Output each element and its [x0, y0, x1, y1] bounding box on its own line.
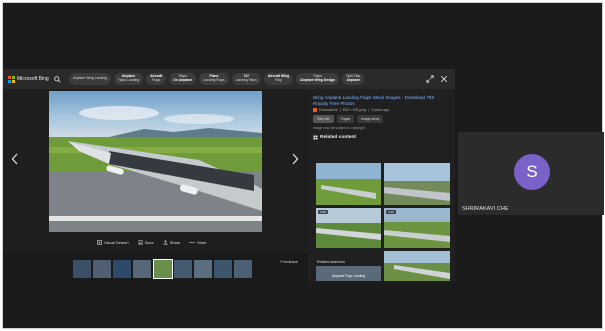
video-duration-badge: 3:26 — [386, 210, 396, 214]
related-image[interactable]: 3:26 — [316, 208, 381, 248]
chip-line2: Airplane Wing Design — [300, 78, 336, 82]
details-panel: Wing Airplane Landing Flaps Stock Images… — [313, 95, 455, 281]
main-image[interactable] — [49, 91, 262, 232]
size-label: 800 × 533 jpeg — [342, 108, 367, 113]
share-label: Share — [169, 240, 181, 245]
participant-tile[interactable]: S SHRIRAKAVI CHE — [458, 132, 604, 215]
microsoft-logo-icon — [8, 75, 15, 83]
chip-line2: Landing Flaps — [235, 78, 257, 82]
save-icon — [138, 240, 142, 245]
visit-site-button[interactable]: Visit site — [313, 115, 334, 124]
toolbar-actions — [421, 74, 449, 84]
bing-toolbar: Microsoft Bing Airplane Wing Landing Air… — [3, 69, 455, 89]
related-photo — [316, 163, 381, 205]
chip-line2: Airplane — [346, 78, 361, 82]
related-search-card[interactable]: Airplane Flap Landing — [316, 266, 381, 281]
related-photo — [384, 251, 450, 281]
chip-8[interactable]: Split Flap Airplane — [342, 73, 365, 85]
thumbnail-strip: Feedback — [3, 254, 308, 281]
pages-button[interactable]: Pages — [336, 115, 355, 124]
save-label: Save — [144, 240, 154, 245]
participant-avatar: S — [514, 154, 550, 190]
related-photo — [384, 208, 450, 248]
chip-3[interactable]: Flaps On Airplane — [169, 73, 197, 85]
thumbnail[interactable] — [73, 260, 91, 278]
thumbnail[interactable] — [133, 260, 151, 278]
copyright-note: Image may be subject to copyright. — [313, 126, 366, 131]
more-icon — [189, 241, 196, 244]
chip-2[interactable]: Aircraft Flaps — [146, 73, 167, 85]
related-chips: Airplane Wing Landing Airplane Flaps Land… — [68, 69, 368, 89]
visual-search-label: Visual Search — [104, 240, 129, 245]
related-content-label: Related content — [320, 135, 356, 141]
related-grid: 3:26 3:26 Related searches Airplane Flap… — [316, 163, 450, 281]
video-duration-badge: 3:26 — [318, 210, 328, 214]
chip-line1: Airplane Wing Landing — [72, 76, 107, 81]
thumbnail-active[interactable] — [153, 259, 173, 279]
chip-4[interactable]: Plane Landing Flaps — [199, 73, 229, 85]
visual-search-icon — [97, 240, 102, 245]
save-button[interactable]: Save — [138, 240, 154, 245]
thumbnail[interactable] — [113, 260, 131, 278]
meeting-window: Microsoft Bing Airplane Wing Landing Air… — [2, 2, 604, 329]
share-icon — [163, 240, 168, 245]
related-content-icon — [313, 135, 318, 140]
chip-6[interactable]: Aircraft Wing Flap — [263, 73, 294, 85]
more-button[interactable]: More — [189, 240, 207, 245]
meta-separator: | — [368, 108, 369, 113]
thumbnail[interactable] — [194, 260, 212, 278]
related-image[interactable] — [384, 163, 450, 205]
thumbnail[interactable] — [234, 260, 252, 278]
chip-5[interactable]: 747 Landing Flaps — [231, 73, 261, 85]
chip-0[interactable]: Airplane Wing Landing — [68, 73, 111, 85]
visual-search-button[interactable]: Visual Search — [97, 240, 129, 245]
image-meta: Dreamstime | 800 × 533 jpeg | 4 years ag… — [313, 108, 455, 113]
related-image[interactable] — [316, 163, 381, 205]
related-search-label: Airplane Flap Landing — [332, 274, 365, 278]
related-photo — [384, 163, 450, 205]
chip-line2: Landing Flaps — [203, 78, 225, 82]
chip-1[interactable]: Airplane Flaps Landing — [113, 73, 144, 85]
close-icon[interactable] — [439, 74, 449, 84]
related-image[interactable]: 3:26 — [384, 208, 450, 248]
age-label: 4 years ago — [370, 108, 390, 113]
source-label: Dreamstime — [319, 108, 338, 113]
related-content-heading: Related content — [313, 135, 455, 140]
meta-separator: | — [339, 108, 341, 113]
detail-buttons: Visit site Pages Image sizes — [313, 115, 455, 124]
chip-line2: Flaps — [152, 78, 161, 82]
source-icon — [313, 108, 317, 113]
feedback-link[interactable]: Feedback — [280, 259, 298, 264]
bing-logo[interactable]: Microsoft Bing — [8, 69, 49, 89]
share-button[interactable]: Share — [163, 240, 181, 245]
brand-label: Microsoft Bing — [17, 76, 49, 82]
image-actions: Visual Search Save Share More — [97, 240, 216, 245]
more-label: More — [197, 240, 207, 245]
image-title-link[interactable]: Wing Airplane Landing Flaps Stock Images… — [313, 95, 443, 106]
expand-icon[interactable] — [425, 74, 435, 84]
search-icon[interactable] — [53, 74, 63, 84]
previous-arrow-icon[interactable] — [9, 151, 21, 167]
next-arrow-icon[interactable] — [289, 151, 301, 167]
image-viewer: Visual Search Save Share More Feedback — [3, 89, 308, 281]
chip-7[interactable]: Flaps Airplane Wing Design — [296, 73, 340, 85]
related-image[interactable] — [384, 251, 450, 281]
thumbnail[interactable] — [174, 260, 192, 278]
airplane-wing-photo — [49, 91, 262, 232]
screen-share: Microsoft Bing Airplane Wing Landing Air… — [3, 69, 455, 281]
chip-line2: On Airplane — [173, 78, 193, 82]
chip-line2: Flap — [275, 78, 282, 82]
thumbnail[interactable] — [214, 260, 232, 278]
related-searches-label: Related searches — [317, 260, 345, 264]
chip-line2: Flaps Landing — [117, 78, 140, 82]
related-photo — [316, 208, 381, 248]
image-sizes-button[interactable]: Image sizes — [357, 115, 384, 124]
participant-name: SHRIRAKAVI CHE — [462, 206, 509, 212]
thumbnail[interactable] — [93, 260, 111, 278]
